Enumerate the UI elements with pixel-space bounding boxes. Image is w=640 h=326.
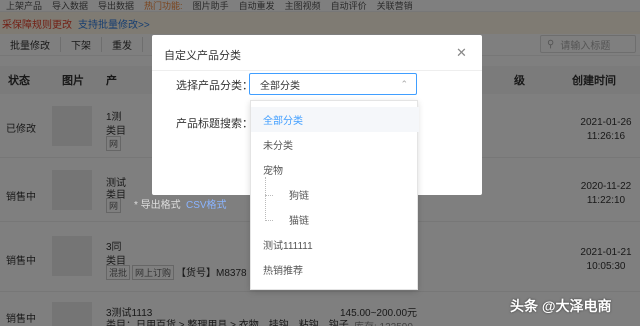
option-dog-leash[interactable]: 狗链 [251, 182, 419, 207]
modal-title: 自定义产品分类 [164, 50, 241, 62]
option-pets[interactable]: 宠物 [251, 157, 419, 182]
export-format-label: * 导出格式 [134, 200, 181, 211]
close-icon[interactable]: ✕ [456, 46, 467, 59]
option-hot-recommend[interactable]: 热销推荐 [251, 257, 419, 282]
export-format-option[interactable]: CSV格式 [186, 196, 227, 211]
category-select-value: 全部分类 [260, 80, 300, 92]
option-test[interactable]: 测试111111 [251, 232, 419, 257]
category-select-label: 选择产品分类： [176, 80, 253, 92]
category-select[interactable]: 全部分类 ⌃ [249, 73, 417, 95]
chevron-up-icon: ⌃ [400, 79, 408, 89]
option-uncategorized[interactable]: 未分类 [251, 132, 419, 157]
option-all[interactable]: 全部分类 [251, 107, 419, 132]
title-search-label: 产品标题搜索： [176, 118, 253, 130]
modal-divider [152, 70, 482, 71]
category-dropdown: 全部分类 未分类 宠物 狗链 猫链 测试111111 热销推荐 [250, 100, 419, 290]
watermark: 头条 @大泽电商 [510, 298, 612, 314]
option-cat-leash[interactable]: 猫链 [251, 207, 419, 232]
